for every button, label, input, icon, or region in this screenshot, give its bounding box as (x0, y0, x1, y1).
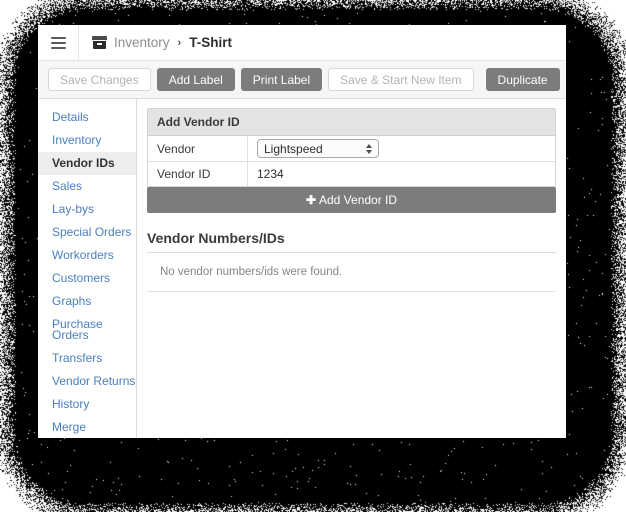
sidebar-item-customers[interactable]: Customers (38, 267, 136, 290)
sidebar-item-sales[interactable]: Sales (38, 175, 136, 198)
sidebar-item-vendor-ids[interactable]: Vendor IDs (38, 152, 136, 175)
panel-title: Add Vendor ID (148, 109, 555, 136)
sidebar-item-transfers[interactable]: Transfers (38, 347, 136, 370)
breadcrumb: Inventory › T-Shirt (79, 25, 232, 60)
vendor-label: Vendor (148, 136, 248, 161)
vendor-row: Vendor Lightspeed (148, 136, 555, 162)
hamburger-icon (51, 37, 66, 49)
add-vendor-id-button[interactable]: ✚ Add Vendor ID (147, 187, 556, 213)
sidebar-item-lay-bys[interactable]: Lay-bys (38, 198, 136, 221)
menu-toggle-button[interactable] (38, 25, 79, 60)
print-label-button[interactable]: Print Label (241, 68, 322, 91)
archive-box-icon (92, 36, 107, 49)
duplicate-button[interactable]: Duplicate (486, 68, 560, 91)
vendor-select[interactable]: Lightspeed (257, 139, 379, 158)
vendor-id-input-value[interactable]: 1234 (257, 167, 284, 181)
sidebar-item-details[interactable]: Details (38, 106, 136, 129)
sidebar-item-inventory[interactable]: Inventory (38, 129, 136, 152)
sidebar-item-special-orders[interactable]: Special Orders (38, 221, 136, 244)
save-changes-button[interactable]: Save Changes (48, 68, 151, 91)
vendor-id-field[interactable]: 1234 (248, 164, 555, 184)
save-and-start-new-item-button[interactable]: Save & Start New Item (328, 68, 473, 91)
plus-icon: ✚ (306, 193, 316, 207)
sidebar-item-history[interactable]: History (38, 393, 136, 416)
vendor-numbers-section-title: Vendor Numbers/IDs (147, 230, 556, 253)
content-area: Add Vendor ID Vendor Lightspeed Vendor I… (137, 99, 566, 438)
sidebar-nav: Details Inventory Vendor IDs Sales Lay-b… (38, 99, 137, 438)
add-vendor-id-panel: Add Vendor ID Vendor Lightspeed Vendor I… (147, 108, 556, 187)
breadcrumb-link-inventory[interactable]: Inventory (114, 35, 170, 50)
sidebar-item-workorders[interactable]: Workorders (38, 244, 136, 267)
sidebar-item-merge[interactable]: Merge (38, 416, 136, 438)
vendor-id-label: Vendor ID (148, 162, 248, 186)
body-split: Details Inventory Vendor IDs Sales Lay-b… (38, 99, 566, 438)
vendor-select-wrap: Lightspeed (257, 139, 379, 158)
sidebar-item-purchase-orders[interactable]: Purchase Orders (38, 313, 136, 347)
sidebar-item-vendor-returns[interactable]: Vendor Returns (38, 370, 136, 393)
app-window: Inventory › T-Shirt Save Changes Add Lab… (38, 25, 566, 438)
empty-state-message: No vendor numbers/ids were found. (147, 253, 556, 292)
action-toolbar: Save Changes Add Label Print Label Save … (38, 61, 566, 99)
top-bar: Inventory › T-Shirt (38, 25, 566, 61)
vendor-field: Lightspeed (248, 136, 555, 161)
chevron-right-icon: › (178, 37, 182, 49)
vendor-id-row: Vendor ID 1234 (148, 162, 555, 186)
add-label-button[interactable]: Add Label (157, 68, 235, 91)
breadcrumb-current-item: T-Shirt (189, 35, 232, 50)
sidebar-item-graphs[interactable]: Graphs (38, 290, 136, 313)
add-vendor-id-button-label: Add Vendor ID (319, 193, 397, 207)
